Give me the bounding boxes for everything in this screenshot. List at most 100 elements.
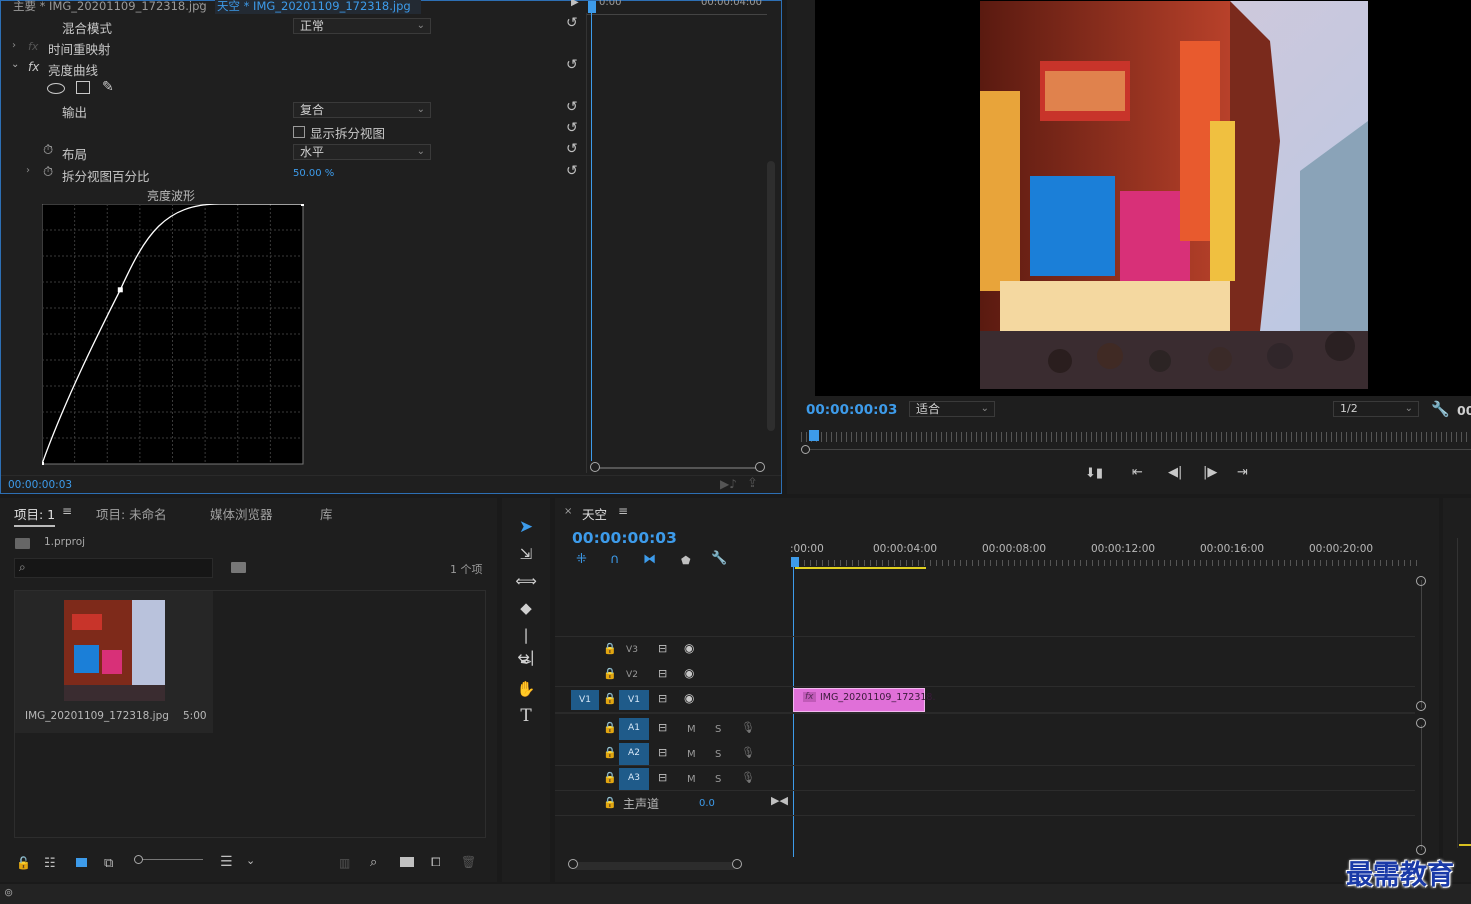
zoom-slider[interactable] (137, 859, 203, 860)
solo-button[interactable]: S (715, 774, 721, 785)
sequence-clip-tab[interactable]: 天空 * IMG_20201109_172318.jpg (215, 0, 421, 14)
sync-lock-icon[interactable]: ⊟ (658, 692, 667, 705)
close-icon[interactable]: × (564, 506, 572, 517)
sort-icon[interactable]: ☰ (220, 854, 233, 870)
timeline-tab[interactable]: 天空 (582, 504, 607, 523)
curve-point-handle[interactable] (42, 462, 44, 465)
settings-wrench-icon[interactable]: 🔧 (711, 551, 727, 566)
icon-view-icon[interactable] (76, 858, 87, 867)
add-marker-icon[interactable]: ⬇▮ (1085, 466, 1103, 481)
output-dropdown[interactable]: 复合 ⌄ (293, 102, 431, 118)
play-audio-icon[interactable]: ▶♪ (720, 477, 737, 491)
microphone-icon[interactable]: 🎙 (741, 771, 755, 784)
fit-dropdown[interactable]: 适合 ⌄ (909, 401, 995, 417)
scroll-handle[interactable] (732, 859, 742, 869)
automate-icon[interactable]: ▥ (339, 856, 350, 870)
effect-scrollbar[interactable] (767, 161, 775, 431)
collapse-arrow-icon[interactable]: ⌄ (11, 59, 19, 70)
program-zoom-track[interactable] (810, 449, 1471, 450)
new-bin-icon[interactable] (400, 857, 414, 867)
expand-arrow-icon[interactable]: › (12, 40, 16, 51)
microphone-icon[interactable]: 🎙 (741, 746, 755, 759)
stopwatch-icon[interactable]: ⏱ (43, 165, 53, 180)
track-select-tool-icon[interactable]: ⇲ (515, 543, 537, 565)
curve-point-handle[interactable] (117, 287, 123, 293)
timeline-timecode[interactable]: 00:00:00:03 (572, 529, 677, 547)
horizontal-scroll-track[interactable] (573, 862, 737, 870)
track-a1[interactable]: A1 (619, 718, 649, 740)
expand-arrow-icon[interactable]: › (26, 165, 30, 176)
play-arrow-icon[interactable]: ▶ (571, 0, 579, 8)
pen-tool-icon[interactable]: ✒ (515, 651, 537, 673)
reset-icon[interactable]: ↺ (566, 121, 578, 135)
sync-lock-icon[interactable]: ⊟ (658, 667, 667, 680)
zoom-slider-handle[interactable] (134, 855, 143, 864)
lock-icon[interactable]: 🔒 (603, 667, 617, 680)
program-scrub-ruler[interactable] (801, 432, 1471, 442)
source-v1[interactable]: V1 (571, 690, 599, 710)
sync-lock-icon[interactable]: ⊟ (658, 642, 667, 655)
search-input[interactable]: ⌕ (14, 558, 213, 578)
hand-tool-icon[interactable]: ✋ (515, 678, 537, 700)
mute-button[interactable]: M (687, 749, 696, 760)
microphone-icon[interactable]: 🎙 (741, 721, 755, 734)
work-area-bar[interactable] (795, 567, 926, 569)
eye-icon[interactable]: ◉ (684, 691, 694, 705)
sync-lock-icon[interactable]: ⊟ (658, 771, 667, 784)
rectangle-mask-icon[interactable] (76, 81, 90, 94)
razor-tool-icon[interactable]: ◆ (515, 597, 537, 619)
program-zoom-handle[interactable] (801, 445, 810, 454)
track-v2[interactable]: V2 (621, 665, 643, 685)
master-volume-value[interactable]: 0.0 (699, 798, 715, 809)
effects-timecode[interactable]: 00:00:00:03 (8, 479, 72, 491)
trash-icon[interactable]: 🗑 (461, 855, 476, 869)
zoom-handle-right[interactable] (755, 462, 765, 472)
program-timecode[interactable]: 00:00:00:03 (806, 402, 897, 418)
pen-mask-icon[interactable]: ✎ (102, 79, 114, 95)
track-a3[interactable]: A3 (619, 768, 649, 790)
master-clip-tab[interactable]: 主要 * IMG_20201109_172318.jpg (13, 0, 207, 14)
selection-tool-icon[interactable]: ➤ (515, 516, 537, 538)
tab-media-browser[interactable]: 媒体浏览器 (210, 504, 273, 523)
resolution-dropdown[interactable]: 1/2 ⌄ (1333, 401, 1419, 417)
nest-icon[interactable]: ⁜ (576, 552, 587, 567)
eye-icon[interactable]: ◉ (684, 641, 694, 655)
lock-icon[interactable]: 🔓 (16, 856, 31, 870)
reset-icon[interactable]: ↺ (566, 100, 578, 114)
eye-icon[interactable]: ◉ (684, 666, 694, 680)
render-status-icon[interactable]: ⊚ (4, 886, 13, 899)
reset-icon[interactable]: ↺ (566, 142, 578, 156)
panel-menu-icon[interactable]: ≡ (62, 504, 72, 518)
chevron-down-icon[interactable]: ⌄ (246, 854, 255, 867)
lock-icon[interactable]: 🔒 (603, 642, 617, 655)
scroll-handle[interactable] (1416, 576, 1426, 586)
vertical-scroll-track[interactable] (1421, 580, 1422, 708)
lock-icon[interactable]: 🔒 (603, 692, 617, 705)
zoom-track[interactable] (595, 467, 761, 469)
mute-button[interactable]: M (687, 774, 696, 785)
reset-icon[interactable]: ↺ (566, 16, 578, 30)
panel-menu-icon[interactable]: ≡ (618, 504, 628, 518)
tab-project-untitled[interactable]: 项目: 未命名 (96, 504, 167, 523)
zoom-handle-left[interactable] (590, 462, 600, 472)
playhead-marker[interactable] (588, 1, 596, 13)
blend-mode-dropdown[interactable]: 正常 ⌄ (293, 18, 431, 34)
wrench-icon[interactable]: 🔧 (1431, 400, 1450, 418)
chevron-down-icon[interactable]: ⌄ (197, 0, 205, 8)
lock-icon[interactable]: 🔒 (603, 746, 617, 759)
freeform-view-icon[interactable]: ⧉ (104, 856, 113, 871)
track-v3[interactable]: V3 (621, 640, 643, 660)
reset-icon[interactable]: ↺ (566, 164, 578, 178)
fx-badge[interactable]: fx (28, 60, 39, 74)
clip-thumbnail[interactable] (64, 600, 165, 701)
scroll-handle[interactable] (1416, 718, 1426, 728)
luma-curve-graph[interactable] (42, 204, 304, 465)
solo-button[interactable]: S (715, 749, 721, 760)
type-tool-icon[interactable]: T (515, 705, 537, 727)
go-to-in-icon[interactable]: ⇤ (1132, 465, 1143, 480)
find-icon[interactable]: ⌕ (370, 855, 377, 870)
sync-lock-icon[interactable]: ⊟ (658, 746, 667, 759)
timeline-playhead[interactable] (791, 557, 799, 567)
track-a2[interactable]: A2 (619, 743, 649, 765)
stopwatch-icon[interactable]: ⏱ (43, 143, 53, 158)
